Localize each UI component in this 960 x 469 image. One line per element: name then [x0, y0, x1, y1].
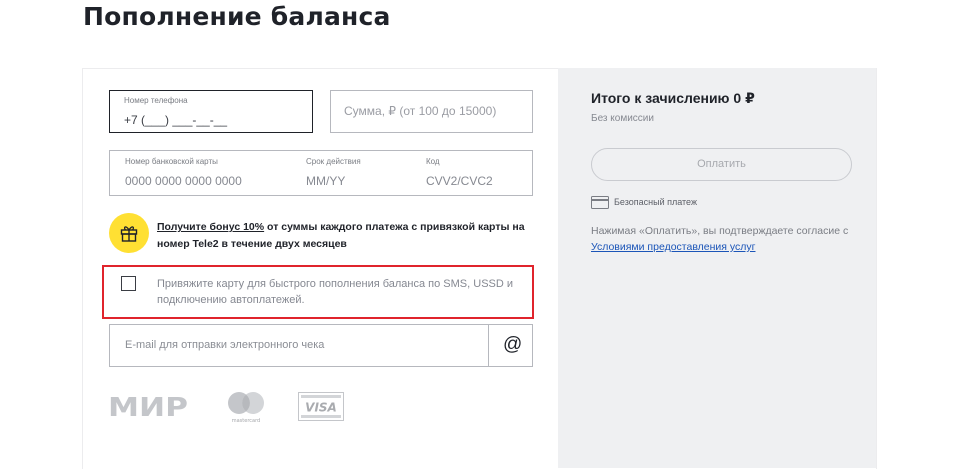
mastercard-logo: mastercard [228, 392, 264, 424]
agreement-text: Нажимая «Оплатить», вы подтверждаете сог… [591, 223, 866, 255]
gift-icon [120, 226, 138, 242]
card-code-input[interactable]: CVV2/CVC2 [426, 174, 493, 188]
agreement-prefix: Нажимая «Оплатить», вы подтверждаете сог… [591, 225, 849, 237]
secure-payment-label: Безопасный платеж [614, 197, 697, 207]
email-input[interactable]: E-mail для отправки электронного чека [125, 339, 324, 351]
phone-input[interactable]: +7 (___) ___-__-__ [124, 113, 227, 127]
at-icon: @ [503, 334, 523, 355]
gift-badge [109, 213, 149, 253]
summary-panel [558, 68, 876, 468]
bonus-promo: Получите бонус 10% от суммы каждого плат… [157, 219, 537, 253]
mir-logo-text: МИР [108, 393, 188, 419]
amount-input[interactable]: Сумма, ₽ (от 100 до 15000) [344, 104, 496, 118]
summary-fee: Без комиссии [591, 113, 654, 124]
card-code-label: Код [426, 157, 440, 166]
mir-logo: МИР [108, 393, 188, 419]
bind-card-checkbox[interactable] [121, 276, 136, 291]
card-number-label: Номер банковской карты [125, 157, 218, 166]
card-number-input[interactable]: 0000 0000 0000 0000 [125, 174, 242, 188]
card-icon [591, 196, 609, 209]
mastercard-logo-text: mastercard [232, 418, 260, 424]
email-divider [488, 325, 489, 366]
visa-logo-text: VISA [305, 401, 337, 415]
card-expiry-label: Срок действия [306, 157, 361, 166]
page-title: Пополнение баланса [83, 2, 391, 31]
bind-card-text: Привяжите карту для быстрого пополнения … [157, 278, 514, 306]
email-field[interactable]: E-mail для отправки электронного чека @ [109, 324, 533, 367]
bonus-link[interactable]: Получите бонус 10% [157, 221, 264, 233]
pay-button[interactable]: Оплатить [591, 148, 852, 181]
visa-logo: VISA [298, 392, 344, 421]
card-expiry-input[interactable]: MM/YY [306, 174, 345, 188]
phone-label: Номер телефона [124, 96, 188, 105]
summary-total: Итого к зачислению 0 ₽ [591, 90, 755, 106]
terms-link[interactable]: Условиями предоставления услуг [591, 241, 755, 253]
